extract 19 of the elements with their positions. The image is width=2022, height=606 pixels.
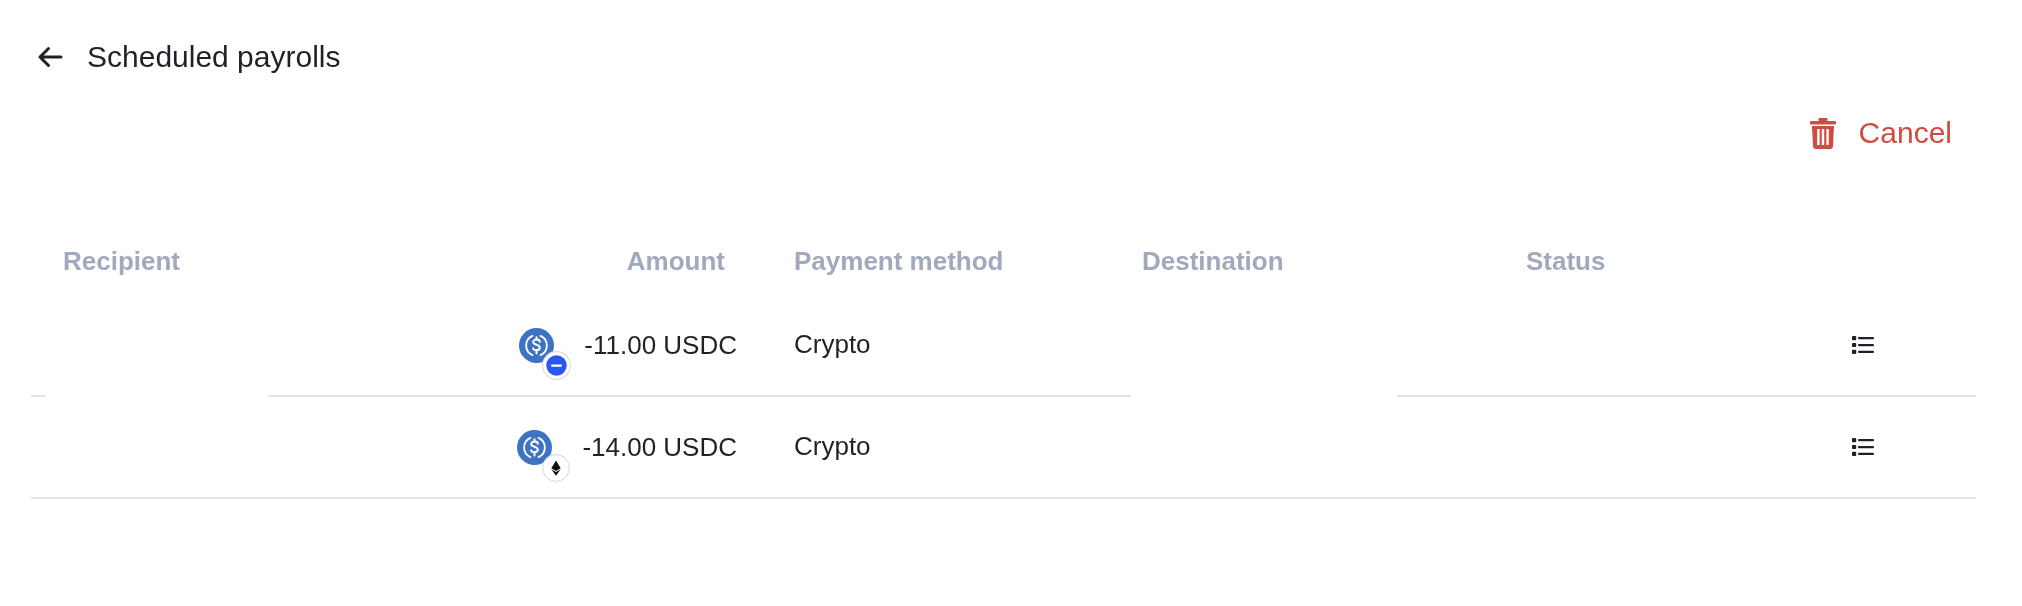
payment-method-text: Crypto — [794, 430, 871, 461]
amount-text: -14.00 USDC — [582, 434, 737, 460]
column-header: Recipient — [63, 246, 181, 276]
minus-badge-icon — [542, 350, 572, 380]
list-icon[interactable] — [1852, 335, 1874, 355]
coin-icon — [519, 327, 555, 363]
page-title: Scheduled payrolls — [87, 42, 341, 72]
arrow-left-icon[interactable] — [37, 46, 63, 68]
column-header: Amount — [626, 246, 725, 276]
amount-text: -11.00 USDC — [584, 332, 737, 358]
column-header: Destination — [1142, 246, 1284, 276]
column-header: Status — [1526, 246, 1606, 276]
cancel-button[interactable]: Cancel — [1809, 117, 1952, 149]
column-header: Payment method — [794, 246, 1004, 276]
diamond-badge-icon — [542, 453, 571, 482]
coin-icon — [517, 429, 553, 465]
list-icon[interactable] — [1852, 437, 1874, 457]
trash-icon — [1809, 117, 1836, 149]
payment-method-text: Crypto — [794, 328, 871, 359]
